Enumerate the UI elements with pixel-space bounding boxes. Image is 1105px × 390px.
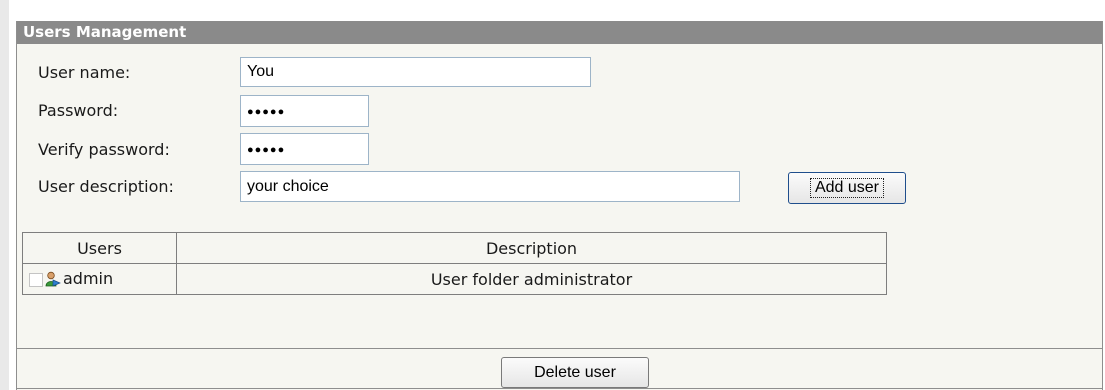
user-description-value: your choice (247, 177, 329, 195)
user-cell: admin (22, 263, 177, 295)
password-input[interactable]: ●●●●● (240, 95, 369, 127)
panel-title: Users Management (17, 21, 1102, 44)
user-description-label: User description: (38, 177, 174, 196)
column-header-users: Users (22, 232, 177, 264)
user-description-cell: User folder administrator (176, 263, 887, 295)
user-select-checkbox[interactable] (29, 272, 43, 287)
user-admin-icon (45, 271, 61, 289)
delete-user-button-label: Delete user (534, 363, 616, 381)
column-header-description: Description (176, 232, 887, 264)
delete-user-button[interactable]: Delete user (501, 357, 649, 388)
users-table: Users Description admin User folder admi… (22, 232, 887, 295)
left-margin-stripe (0, 0, 9, 390)
verify-password-value: ●●●●● (247, 143, 286, 156)
verify-password-label: Verify password: (38, 140, 170, 159)
section-divider (17, 348, 1102, 349)
username-label: User name: (38, 63, 131, 82)
table-header-row: Users Description (22, 232, 887, 264)
user-name[interactable]: admin (63, 269, 113, 288)
users-management-panel: Users Management User name: You Password… (16, 21, 1103, 390)
username-value: You (247, 63, 274, 80)
add-user-button-label: Add user (809, 178, 885, 198)
password-label: Password: (38, 101, 119, 120)
panel-bottom-border (17, 388, 1102, 389)
add-user-button[interactable]: Add user (788, 172, 906, 204)
verify-password-input[interactable]: ●●●●● (240, 133, 369, 165)
username-input[interactable]: You (240, 57, 591, 87)
user-description-input[interactable]: your choice (240, 171, 740, 202)
password-value: ●●●●● (247, 105, 286, 118)
table-row: admin User folder administrator (22, 263, 887, 295)
